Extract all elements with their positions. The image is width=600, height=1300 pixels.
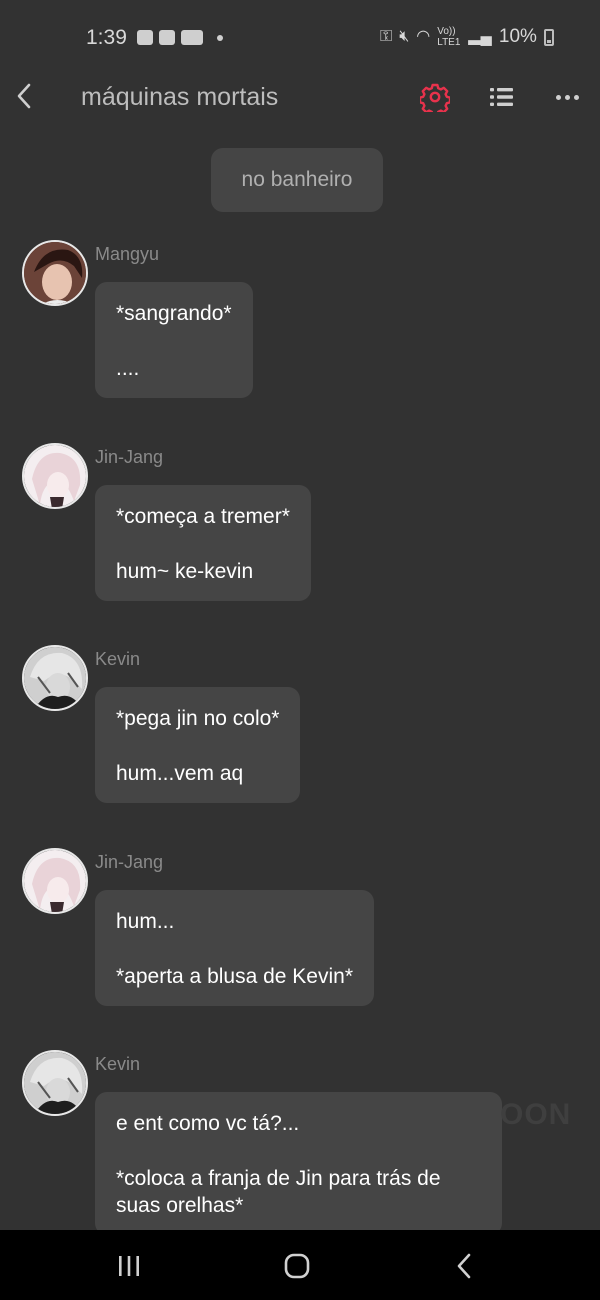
message-bubble[interactable]: hum... *aperta a blusa de Kevin* — [95, 890, 374, 1006]
chat-title: máquinas mortais — [81, 83, 279, 111]
sender-name: Mangyu — [95, 244, 160, 264]
avatar[interactable] — [22, 645, 88, 711]
sender-name: Kevin — [95, 649, 141, 669]
message-line: hum...vem aq — [116, 762, 244, 785]
mute-icon: 🔇︎ — [399, 28, 410, 45]
avatar[interactable] — [22, 443, 88, 509]
message-bubble[interactable]: e ent como vc tá?... *coloca a franja de… — [95, 1092, 502, 1230]
app-notification-icon — [159, 30, 175, 45]
message-line: *aperta a blusa de Kevin* — [116, 965, 353, 988]
avatar-jin-jang-image — [24, 445, 86, 507]
back-button[interactable] — [12, 78, 36, 114]
message-line: hum... — [116, 910, 175, 933]
watermark: OON — [500, 1098, 572, 1131]
message-line: *começa a tremer* — [116, 505, 290, 528]
wifi-icon: ◠ — [416, 28, 431, 45]
battery-percent: 10% — [498, 26, 537, 47]
message-line: e ent como vc tá?... — [116, 1112, 300, 1135]
more-dot-icon — [573, 94, 579, 100]
avatar[interactable] — [22, 240, 88, 306]
more-dot-icon — [555, 94, 561, 100]
more-dot-icon — [564, 94, 570, 100]
message-line: .... — [116, 357, 140, 380]
message-bubble[interactable]: *pega jin no colo* hum...vem aq — [95, 687, 301, 803]
app-bar: máquinas mortais — [0, 78, 600, 118]
message-bubble[interactable]: *sangrando* .... — [95, 282, 253, 398]
home-icon — [284, 1253, 310, 1279]
back-icon — [457, 1253, 471, 1279]
chat-messages[interactable]: no banheiro Mangyu *sangrando* .... Jin-… — [0, 130, 600, 1230]
home-button[interactable] — [277, 1250, 317, 1282]
recent-apps-icon — [119, 1256, 139, 1276]
message-line: hum~ ke-kevin — [116, 560, 254, 583]
notification-icons — [137, 30, 223, 45]
more-notifications-dot-icon — [217, 34, 223, 41]
avatar-kevin-image — [24, 647, 86, 709]
sender-name: Kevin — [95, 1054, 141, 1074]
back-nav-button[interactable] — [444, 1250, 484, 1282]
recent-apps-button[interactable] — [109, 1250, 149, 1282]
avatar-jin-jang-image — [24, 850, 86, 912]
vpn-key-icon: ⚿ — [380, 28, 393, 45]
gear-icon — [418, 83, 452, 117]
system-icons: ⚿ 🔇︎ ◠ Vo)) LTE1 ▂▄ 10% — [380, 26, 554, 48]
more-options-button[interactable] — [552, 82, 582, 112]
settings-button[interactable] — [418, 82, 452, 117]
list-icon — [490, 88, 513, 106]
avatar-kevin-image — [24, 1052, 86, 1114]
message-line: *coloca a franja de Jin para trás de sua… — [116, 1167, 441, 1217]
sender-name: Jin-Jang — [95, 852, 164, 872]
status-time: 1:39 — [86, 26, 127, 49]
system-nav-bar — [0, 1230, 600, 1300]
message-line: *pega jin no colo* — [116, 707, 280, 730]
gallery-notification-icon — [137, 30, 153, 45]
youtube-notification-icon — [181, 30, 203, 45]
chevron-left-icon — [17, 83, 31, 109]
network-label: Vo)) LTE1 — [437, 26, 461, 48]
list-button[interactable] — [487, 82, 517, 112]
avatar[interactable] — [22, 1050, 88, 1116]
battery-icon — [543, 28, 554, 46]
system-message: no banheiro — [211, 148, 383, 212]
signal-icon: ▂▄ — [468, 28, 492, 45]
sender-name: Jin-Jang — [95, 447, 164, 467]
avatar-mangyu-image — [24, 242, 86, 304]
avatar[interactable] — [22, 848, 88, 914]
status-bar: 1:39 ⚿ 🔇︎ ◠ Vo)) LTE1 ▂▄ 10% — [0, 0, 600, 78]
message-bubble[interactable]: *começa a tremer* hum~ ke-kevin — [95, 485, 311, 601]
message-line: *sangrando* — [116, 302, 232, 325]
